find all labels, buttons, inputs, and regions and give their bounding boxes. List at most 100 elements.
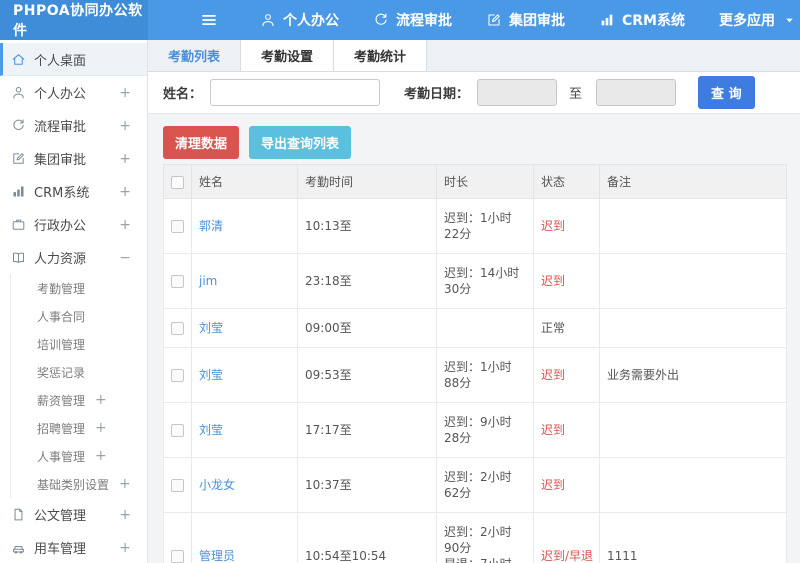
sidebar-item-label: 薪资管理 <box>37 393 86 408</box>
remark: 1111 <box>599 512 787 563</box>
sidebar-item[interactable]: 奖惩记录 <box>0 358 147 386</box>
sidebar-item-label: 人力资源 <box>34 252 87 267</box>
column-header: 考勤时间 <box>297 164 437 199</box>
sidebar-item[interactable]: 集团审批 + <box>0 142 147 175</box>
select-all-checkbox[interactable] <box>171 175 184 189</box>
clean-data-button[interactable]: 清理数据 <box>163 126 240 159</box>
content-area: 考勤列表 考勤设置 考勤统计 姓名： 考勤日期： 至 查 询 清理数据 导出查询 <box>148 40 800 563</box>
expand-toggle-icon[interactable]: + <box>95 448 107 464</box>
topnav-item[interactable]: CRM系统 <box>599 10 685 30</box>
duration: 迟到：14小时30分 <box>436 253 534 309</box>
sidebar-item-label: 招聘管理 <box>37 421 86 436</box>
row-checkbox[interactable] <box>171 479 184 492</box>
table-row: jim 23:18至 迟到：14小时30分 迟到 <box>163 253 787 309</box>
topnav-item[interactable]: 个人办公 <box>260 10 339 30</box>
expand-toggle-icon[interactable]: + <box>119 217 131 233</box>
topnav-item[interactable]: 集团审批 <box>486 10 565 30</box>
menu-toggle-icon[interactable] <box>200 11 218 29</box>
attendance-time: 09:53至 <box>297 347 437 403</box>
attendance-time: 23:18至 <box>297 253 437 309</box>
status-badge: 迟到/早退 <box>541 549 594 563</box>
tab[interactable]: 考勤设置 <box>241 40 335 71</box>
sidebar-item[interactable]: 招聘管理 + <box>0 414 147 442</box>
row-checkbox[interactable] <box>171 322 184 335</box>
status-badge: 迟到 <box>541 368 566 382</box>
row-checkbox[interactable] <box>171 369 184 382</box>
expand-toggle-icon[interactable]: − <box>119 250 131 266</box>
sidebar-item-label: 公文管理 <box>34 509 87 524</box>
tab[interactable]: 考勤列表 <box>148 40 242 71</box>
attendance-time: 10:54至10:54 <box>297 512 437 563</box>
employee-name-link[interactable]: 刘莹 <box>199 368 223 382</box>
sidebar-item[interactable]: 行政办公 + <box>0 208 147 241</box>
chart-icon <box>599 12 615 28</box>
row-checkbox[interactable] <box>171 275 184 288</box>
remark <box>599 198 787 254</box>
workflow-icon <box>11 118 26 133</box>
topnav-item-label: 更多应用 <box>719 13 775 29</box>
expand-toggle-icon[interactable]: + <box>119 184 131 200</box>
sidebar-item[interactable]: 薪资管理 + <box>0 386 147 414</box>
column-header: 状态 <box>533 164 600 199</box>
sidebar-item-label: CRM系统 <box>34 186 90 201</box>
sidebar-item[interactable]: 个人办公 + <box>0 76 147 109</box>
date-to-input[interactable] <box>596 79 677 106</box>
expand-toggle-icon[interactable]: + <box>95 392 107 408</box>
sidebar-item[interactable]: CRM系统 + <box>0 175 147 208</box>
sidebar-item[interactable]: 用车管理 + <box>0 531 147 563</box>
employee-name-link[interactable]: 刘莹 <box>199 423 223 437</box>
caret-down-icon <box>784 15 795 26</box>
car-icon <box>11 540 26 555</box>
sidebar-item-label: 个人办公 <box>34 87 87 102</box>
search-bar: 姓名： 考勤日期： 至 查 询 <box>148 72 800 114</box>
sidebar-item[interactable]: 基础类别设置 + <box>0 470 147 498</box>
expand-toggle-icon[interactable]: + <box>119 151 131 167</box>
topnav-item[interactable]: 流程审批 <box>373 10 452 30</box>
sidebar-item[interactable]: 流程审批 + <box>0 109 147 142</box>
employee-name-link[interactable]: 刘莹 <box>199 321 223 335</box>
table-row: 刘莹 17:17至 迟到：9小时28分 迟到 <box>163 402 787 458</box>
remark <box>599 402 787 458</box>
sidebar-item[interactable]: 个人桌面 <box>0 43 147 76</box>
table-row: 管理员 10:54至10:54 迟到：2小时90分 早退：7小时10分 迟到/早… <box>163 512 787 563</box>
table-row: 郭清 10:13至 迟到：1小时22分 迟到 <box>163 198 787 254</box>
duration: 迟到：1小时22分 <box>436 198 534 254</box>
name-input[interactable] <box>210 79 381 106</box>
book-icon <box>11 250 26 265</box>
date-from-input[interactable] <box>477 79 558 106</box>
row-checkbox[interactable] <box>171 220 184 233</box>
expand-toggle-icon[interactable]: + <box>119 476 131 492</box>
sidebar-item-label: 个人桌面 <box>34 53 87 69</box>
expand-toggle-icon[interactable]: + <box>119 85 131 101</box>
sidebar-item[interactable]: 考勤管理 <box>0 274 147 302</box>
attendance-table: 姓名 考勤时间 时长 状态 备注 郭清 10:13至 迟到：1小时22分 迟到 … <box>163 164 787 563</box>
employee-name-link[interactable]: 郭清 <box>199 219 223 233</box>
sidebar-item[interactable]: 培训管理 <box>0 330 147 358</box>
topnav-item[interactable]: 更多应用 <box>719 10 795 30</box>
query-button[interactable]: 查 询 <box>698 76 755 109</box>
topnav-item-label: 流程审批 <box>396 13 452 29</box>
top-nav: 个人办公 流程审批 集团审批 CRM系统 更多应用 <box>260 10 800 30</box>
expand-toggle-icon[interactable]: + <box>95 420 107 436</box>
employee-name-link[interactable]: 小龙女 <box>199 478 235 492</box>
sidebar-item[interactable]: 公文管理 + <box>0 498 147 531</box>
sidebar: 个人桌面 个人办公 + 流程审批 + 集团审批 + CRM系统 + 行政办公 +… <box>0 40 148 563</box>
tab[interactable]: 考勤统计 <box>334 40 428 71</box>
duration: 迟到：1小时88分 <box>436 347 534 403</box>
sidebar-item[interactable]: 人事合同 <box>0 302 147 330</box>
sidebar-item-label: 培训管理 <box>37 337 86 352</box>
expand-toggle-icon[interactable]: + <box>119 540 131 556</box>
employee-name-link[interactable]: 管理员 <box>199 549 235 563</box>
sidebar-item[interactable]: 人力资源 − <box>0 241 147 274</box>
date-label: 考勤日期： <box>404 87 470 102</box>
sidebar-item[interactable]: 人事管理 + <box>0 442 147 470</box>
export-list-button[interactable]: 导出查询列表 <box>249 126 352 159</box>
chart-icon <box>11 184 26 199</box>
employee-name-link[interactable]: jim <box>199 274 217 288</box>
attendance-time: 17:17至 <box>297 402 437 458</box>
expand-toggle-icon[interactable]: + <box>119 118 131 134</box>
sidebar-item-label: 人事管理 <box>37 449 86 464</box>
expand-toggle-icon[interactable]: + <box>119 507 131 523</box>
row-checkbox[interactable] <box>171 424 184 437</box>
row-checkbox[interactable] <box>171 550 184 563</box>
